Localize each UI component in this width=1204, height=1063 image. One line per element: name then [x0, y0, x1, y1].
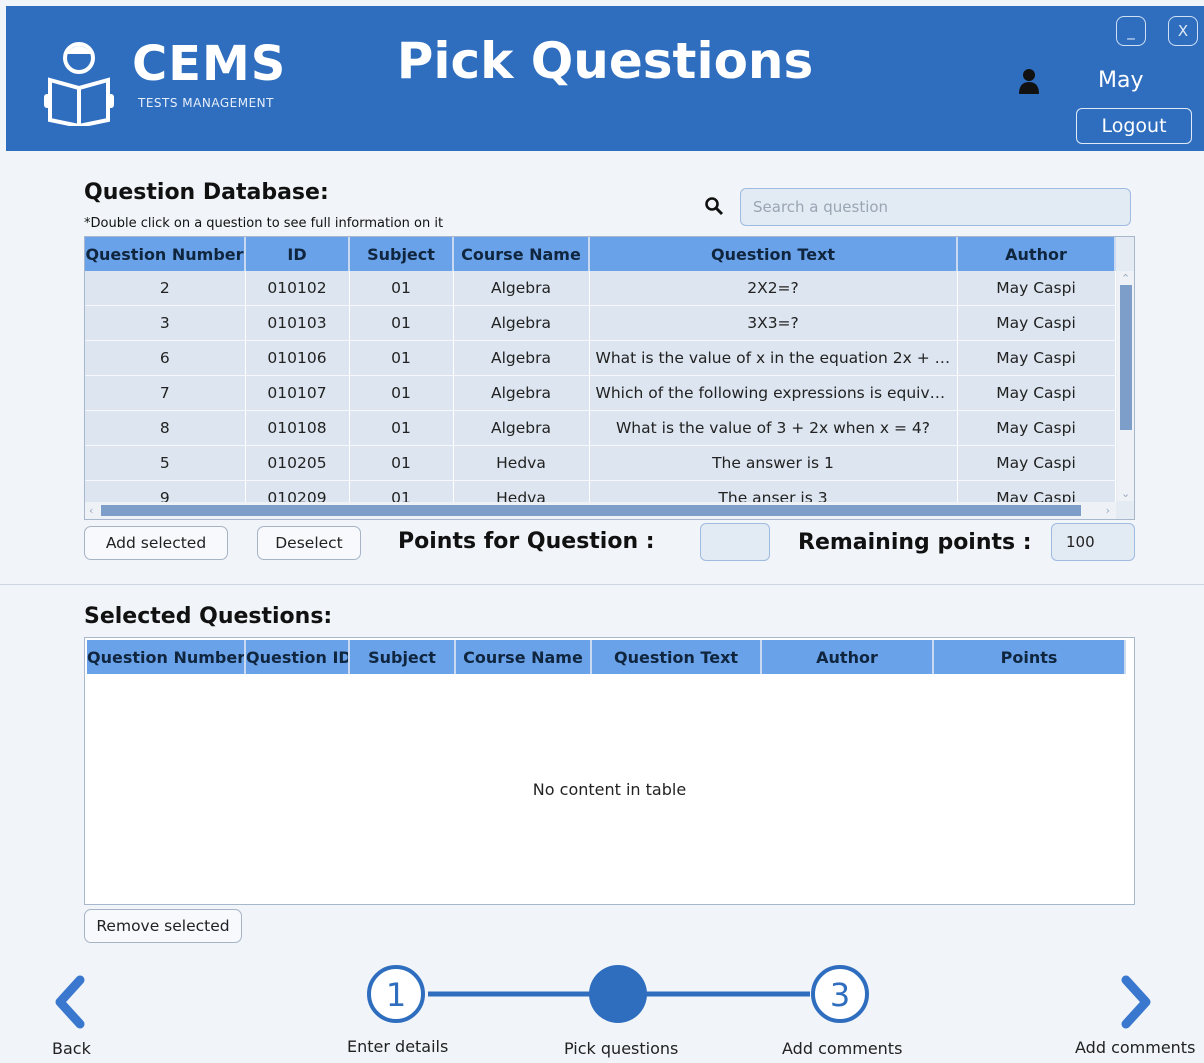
table-cell: Which of the following expressions is eq… — [589, 375, 958, 411]
question-database-table: Question Number ID Subject Course Name Q… — [84, 236, 1135, 520]
table-cell: What is the value of x in the equation 2… — [589, 340, 958, 376]
table-cell: 01 — [349, 445, 454, 481]
next-label[interactable]: Add comments — [1075, 1038, 1195, 1057]
close-button[interactable]: X — [1168, 16, 1198, 46]
table-cell: May Caspi — [957, 271, 1116, 306]
table-cell: Algebra — [453, 375, 590, 411]
logout-button[interactable]: Logout — [1076, 108, 1192, 144]
table-cell: 01 — [349, 305, 454, 341]
column-header[interactable]: ID — [245, 237, 350, 271]
table-cell: Algebra — [453, 340, 590, 376]
table-cell: 01 — [349, 340, 454, 376]
table-row[interactable]: 2 010102 01 Algebra 2X2=? May Caspi — [85, 271, 1116, 306]
question-database-title: Question Database: — [84, 180, 329, 205]
column-header[interactable]: Question Text — [591, 640, 762, 674]
remaining-points-label: Remaining points : — [798, 530, 1032, 555]
scroll-down-icon[interactable]: ⌄ — [1121, 488, 1130, 499]
table-cell: 3 — [85, 305, 246, 341]
double-click-hint: *Double click on a question to see full … — [84, 216, 444, 231]
column-header[interactable]: Question ID — [245, 640, 350, 674]
table-cell: 010205 — [245, 445, 350, 481]
step-2-circle — [589, 965, 647, 1023]
user-icon — [1019, 69, 1039, 94]
section-divider — [0, 584, 1204, 585]
table-cell: The answer is 1 — [589, 445, 958, 481]
table-cell: 3X3=? — [589, 305, 958, 341]
column-header[interactable]: Question Number — [87, 640, 246, 674]
table-cell: Algebra — [453, 271, 590, 306]
table-cell: 010106 — [245, 340, 350, 376]
column-header[interactable]: Subject — [349, 237, 454, 271]
table-cell: May Caspi — [957, 410, 1116, 446]
table-cell: May Caspi — [957, 375, 1116, 411]
deselect-button[interactable]: Deselect — [257, 526, 361, 560]
horizontal-scrollbar[interactable]: ‹ › — [85, 502, 1116, 519]
app-header: CEMS TESTS MANAGEMENT Pick Questions May… — [6, 6, 1204, 151]
user-name: May — [1098, 68, 1144, 93]
table-cell: 6 — [85, 340, 246, 376]
table-cell: May Caspi — [957, 305, 1116, 341]
table-cell: 2X2=? — [589, 271, 958, 306]
scroll-left-icon[interactable]: ‹ — [89, 505, 93, 516]
table-cell: 01 — [349, 271, 454, 306]
column-header[interactable]: Question Text — [589, 237, 958, 271]
minimize-button[interactable]: _ — [1116, 16, 1146, 46]
step-2-label: Pick questions — [564, 1039, 679, 1058]
points-label: Points for Question : — [398, 529, 655, 554]
table-cell: Algebra — [453, 305, 590, 341]
table-cell: Algebra — [453, 410, 590, 446]
table-cell: 010102 — [245, 271, 350, 306]
table-cell: May Caspi — [957, 340, 1116, 376]
table-row[interactable]: 3 010103 01 Algebra 3X3=? May Caspi — [85, 305, 1116, 341]
progress-stepper: 1 3 — [367, 965, 869, 1023]
table-header-row: Question Number Question ID Subject Cour… — [87, 640, 1126, 674]
column-header[interactable]: Author — [957, 237, 1116, 271]
table-cell: 2 — [85, 271, 246, 306]
remove-selected-button[interactable]: Remove selected — [84, 909, 242, 943]
empty-table-message: No content in table — [532, 780, 687, 799]
add-selected-button[interactable]: Add selected — [84, 526, 228, 560]
table-cell: 010103 — [245, 305, 350, 341]
step-3-number: 3 — [830, 976, 850, 1014]
remaining-points-value: 100 — [1051, 523, 1135, 561]
column-header[interactable]: Author — [761, 640, 934, 674]
search-input[interactable] — [740, 188, 1131, 226]
back-label[interactable]: Back — [52, 1039, 91, 1058]
scroll-up-icon[interactable]: ⌃ — [1121, 273, 1130, 284]
next-arrow-icon[interactable] — [1116, 974, 1156, 1030]
step-3-label: Add comments — [782, 1039, 903, 1058]
table-header-row: Question Number ID Subject Course Name Q… — [85, 237, 1116, 271]
logo-subtitle: TESTS MANAGEMENT — [138, 96, 274, 110]
selected-questions-table: Question Number Question ID Subject Cour… — [84, 637, 1135, 905]
vertical-scroll-thumb[interactable] — [1120, 285, 1132, 430]
table-cell: 7 — [85, 375, 246, 411]
vertical-scrollbar[interactable]: ⌃ ⌄ — [1117, 271, 1134, 501]
step-1-number: 1 — [386, 976, 406, 1014]
back-arrow-icon[interactable] — [50, 974, 90, 1030]
table-row[interactable]: 8 010108 01 Algebra What is the value of… — [85, 410, 1116, 446]
column-header[interactable]: Question Number — [85, 237, 246, 271]
column-header[interactable]: Subject — [349, 640, 456, 674]
table-cell: What is the value of 3 + 2x when x = 4? — [589, 410, 958, 446]
table-cell: 010108 — [245, 410, 350, 446]
table-cell: 5 — [85, 445, 246, 481]
table-row[interactable]: 6 010106 01 Algebra What is the value of… — [85, 340, 1116, 376]
scroll-right-icon[interactable]: › — [1106, 505, 1110, 516]
column-header[interactable]: Course Name — [455, 640, 592, 674]
search-icon — [705, 197, 724, 216]
table-row[interactable]: 5 010205 01 Hedva The answer is 1 May Ca… — [85, 445, 1116, 481]
table-cell: 8 — [85, 410, 246, 446]
column-header[interactable]: Points — [933, 640, 1126, 674]
table-cell: 01 — [349, 410, 454, 446]
table-cell: May Caspi — [957, 445, 1116, 481]
column-header[interactable]: Course Name — [453, 237, 590, 271]
horizontal-scroll-thumb[interactable] — [101, 505, 1081, 516]
selected-questions-title: Selected Questions: — [84, 604, 333, 629]
table-cell: Hedva — [453, 445, 590, 481]
table-cell: 010107 — [245, 375, 350, 411]
table-row[interactable]: 7 010107 01 Algebra Which of the followi… — [85, 375, 1116, 411]
step-1-label: Enter details — [347, 1037, 449, 1056]
table-cell: 01 — [349, 375, 454, 411]
points-input[interactable] — [700, 523, 770, 561]
